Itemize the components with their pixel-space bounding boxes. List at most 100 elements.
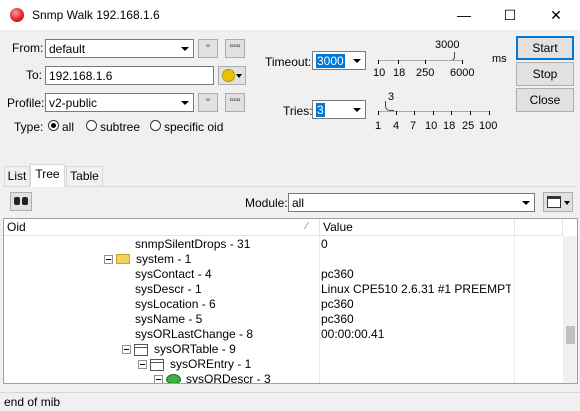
table-row[interactable]: sysORDescr - 3 [4,372,560,384]
tries-tick-label: 7 [410,120,417,132]
table-row[interactable]: sysOREntry - 1 [4,357,560,372]
column-header-filler [515,219,563,236]
find-button[interactable] [10,192,32,211]
module-label: Module: [245,196,288,210]
tries-select[interactable]: 3 [312,100,366,119]
collapse-toggle-icon[interactable] [122,345,131,354]
from-select[interactable]: default [45,39,194,58]
tab-table[interactable]: Table [66,166,103,186]
timeout-value: 3000 [316,54,345,68]
timeout-label: Timeout: [265,55,312,69]
close-button[interactable]: Close [516,88,574,112]
value-cell: 00:00:00.41 [321,327,385,341]
profile-label: Profile: [7,96,45,110]
dots-icon: ▫▫▫ [229,41,241,52]
tries-tick-label: 10 [425,120,438,132]
table-row[interactable]: snmpSilentDrops - 31 0 [4,237,560,252]
chevron-down-icon [176,40,193,57]
to-wand-button[interactable] [218,66,246,85]
profile-value: v2-public [49,96,98,110]
module-value: all [292,196,305,210]
close-window-button[interactable]: ✕ [533,0,579,30]
tries-tick-label: 4 [393,120,400,132]
value-cell: pc360 [321,267,354,281]
tries-tick [433,111,434,115]
timeout-tick [425,60,426,64]
from-browse-button[interactable]: ▫▫▫ [225,39,245,58]
collapse-toggle-icon[interactable] [154,375,163,383]
snmp-app-icon [10,8,24,22]
timeout-current-marker: 3000 [435,39,460,51]
value-cell: pc360 [321,297,354,311]
oid-cell: sysORLastChange - 8 [135,327,254,341]
collapse-toggle-icon[interactable] [104,255,113,264]
maximize-button[interactable]: ☐ [487,0,533,30]
oid-cell: sysORDescr - 3 [186,372,271,384]
value-cell [321,342,511,357]
value-cell [321,252,511,267]
from-value: default [49,42,86,56]
from-small-button[interactable]: ▫ [198,39,218,58]
tries-label: Tries: [283,104,313,118]
column-header-label: Oid [7,220,26,234]
oid-cell: snmpSilentDrops - 31 [135,237,251,251]
tab-tree[interactable]: Tree [30,164,65,187]
dots-icon: ▫▫▫ [229,95,241,106]
columns-button[interactable] [543,192,573,212]
tries-tick [470,111,471,115]
column-header-oid[interactable]: Oid ⁄ [4,219,320,236]
column-header-value[interactable]: Value [320,219,515,236]
title-bar: Snmp Walk 192.168.1.6 — ☐ ✕ [0,0,580,30]
collapse-toggle-icon[interactable] [138,360,147,369]
table-row[interactable]: system - 1 [4,252,560,267]
stop-button[interactable]: Stop [516,62,574,86]
timeout-tick-label: 250 [416,67,435,79]
type-subtree-label[interactable]: subtree [100,120,140,134]
profile-small-button[interactable]: ▫ [198,93,218,112]
timeout-slider-track[interactable] [378,60,463,61]
table-row[interactable]: sysContact - 4 pc360 [4,267,560,282]
scrollbar-thumb[interactable] [566,326,575,344]
table-row[interactable]: sysORTable - 9 [4,342,560,357]
type-specific-oid-label[interactable]: specific oid [164,120,223,134]
oid-cell: sysDescr - 1 [135,282,202,296]
small-button-glyph: ▫ [206,95,210,106]
type-all-radio[interactable] [48,120,59,131]
oid-cell: sysORTable - 9 [154,342,236,356]
tab-list[interactable]: List [4,166,30,186]
tries-tick [451,111,452,115]
leaf-icon [166,374,181,383]
type-subtree-radio[interactable] [86,120,97,131]
table-row[interactable]: sysORLastChange - 8 00:00:00.41 [4,327,560,342]
tries-tick-label: 1 [375,120,382,132]
profile-select[interactable]: v2-public [45,93,194,112]
table-row[interactable]: sysDescr - 1 Linux CPE510 2.6.31 #1 PREEM… [4,282,560,297]
profile-browse-button[interactable]: ▫▫▫ [225,93,245,112]
timeout-select[interactable]: 3000 [312,51,366,70]
oid-cell: sysLocation - 6 [135,297,216,311]
value-cell [321,357,511,372]
chevron-down-icon [176,94,193,111]
to-label: To: [26,68,43,82]
timeout-tick-label: 18 [393,67,406,79]
tries-slider-track[interactable] [378,111,490,112]
oid-cell: sysName - 5 [135,312,203,326]
oid-cell: sysContact - 4 [135,267,212,281]
columns-icon [547,196,561,208]
table-icon [134,344,148,356]
tries-tick-label: 18 [443,120,456,132]
vertical-scrollbar[interactable] [563,236,577,383]
table-row[interactable]: sysName - 5 pc360 [4,312,560,327]
timeout-tick [398,60,399,64]
type-all-label[interactable]: all [62,120,74,134]
small-button-glyph: ▫ [206,41,210,52]
minimize-button[interactable]: — [441,0,487,30]
type-specific-oid-radio[interactable] [150,120,161,131]
start-button[interactable]: Start [516,36,574,60]
tries-slider-thumb[interactable] [385,101,394,111]
binoculars-icon [22,197,28,205]
table-row[interactable]: sysLocation - 6 pc360 [4,297,560,312]
oid-tree-grid[interactable]: Oid ⁄ Value snmpSilentDrops - 31 0 system … [3,218,578,384]
module-select[interactable]: all [288,193,535,212]
to-input[interactable]: 192.168.1.6 [45,66,214,85]
